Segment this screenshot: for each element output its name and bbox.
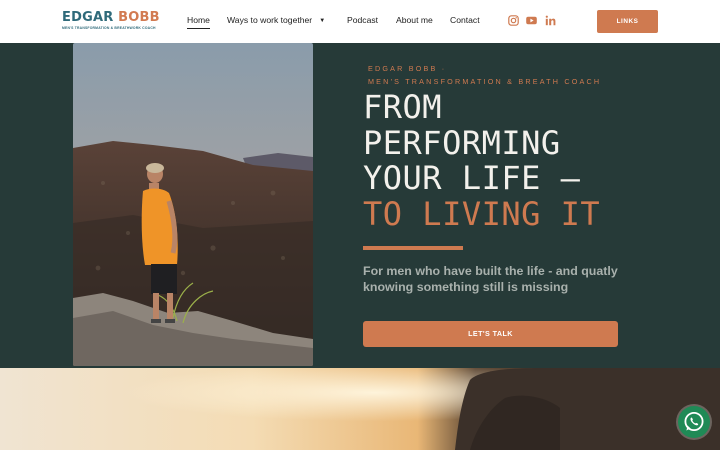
logo-wordmark: EDGAR BOBB bbox=[62, 10, 160, 25]
nav-about-me[interactable]: About me bbox=[396, 15, 433, 29]
hero-section: EDGAR BOBB · MEN'S TRANSFORMATION & BREA… bbox=[0, 43, 720, 368]
hero-eyebrow: EDGAR BOBB · MEN'S TRANSFORMATION & BREA… bbox=[368, 63, 601, 88]
youtube-icon[interactable] bbox=[526, 15, 537, 26]
hero-headline: FROM PERFORMING YOUR LIFE – TO LIVING IT bbox=[363, 88, 601, 233]
headline-accent: TO LIVING IT bbox=[363, 194, 601, 233]
links-button[interactable]: LINKS bbox=[597, 10, 658, 33]
instagram-icon[interactable] bbox=[508, 15, 519, 26]
chevron-down-icon: ▼ bbox=[319, 18, 326, 24]
headline-line-3: YOUR LIFE – bbox=[363, 159, 581, 197]
logo-last-name: BOBB bbox=[118, 10, 160, 25]
nav-contact[interactable]: Contact bbox=[450, 15, 480, 29]
hero-photo bbox=[73, 43, 313, 366]
nav-ways-label: Ways to work together bbox=[227, 15, 313, 25]
nav-podcast[interactable]: Podcast bbox=[347, 15, 378, 29]
next-section-banner bbox=[0, 368, 720, 450]
logo-tagline: MEN'S TRANSFORMATION & BREATHWORK COACH bbox=[62, 26, 156, 30]
lets-talk-button[interactable]: LET'S TALK bbox=[363, 321, 618, 347]
hero-subline: For men who have built the life - and qu… bbox=[363, 264, 618, 294]
linkedin-icon[interactable] bbox=[545, 15, 556, 26]
site-header: EDGAR BOBB MEN'S TRANSFORMATION & BREATH… bbox=[0, 0, 720, 43]
nav-ways-to-work-together[interactable]: Ways to work together ▼ bbox=[227, 15, 325, 29]
whatsapp-chat-button[interactable] bbox=[678, 406, 710, 438]
logo[interactable]: EDGAR BOBB MEN'S TRANSFORMATION & BREATH… bbox=[62, 10, 160, 31]
logo-first-name: EDGAR bbox=[62, 10, 114, 25]
nav-home[interactable]: Home bbox=[187, 15, 210, 29]
hero-divider bbox=[363, 246, 463, 250]
eyebrow-line-1: EDGAR BOBB · bbox=[368, 64, 447, 73]
headline-line-2: PERFORMING bbox=[363, 123, 561, 162]
eyebrow-line-2: MEN'S TRANSFORMATION & BREATH COACH bbox=[368, 76, 602, 86]
whatsapp-icon bbox=[684, 411, 704, 432]
headline-line-1: FROM bbox=[363, 88, 443, 126]
